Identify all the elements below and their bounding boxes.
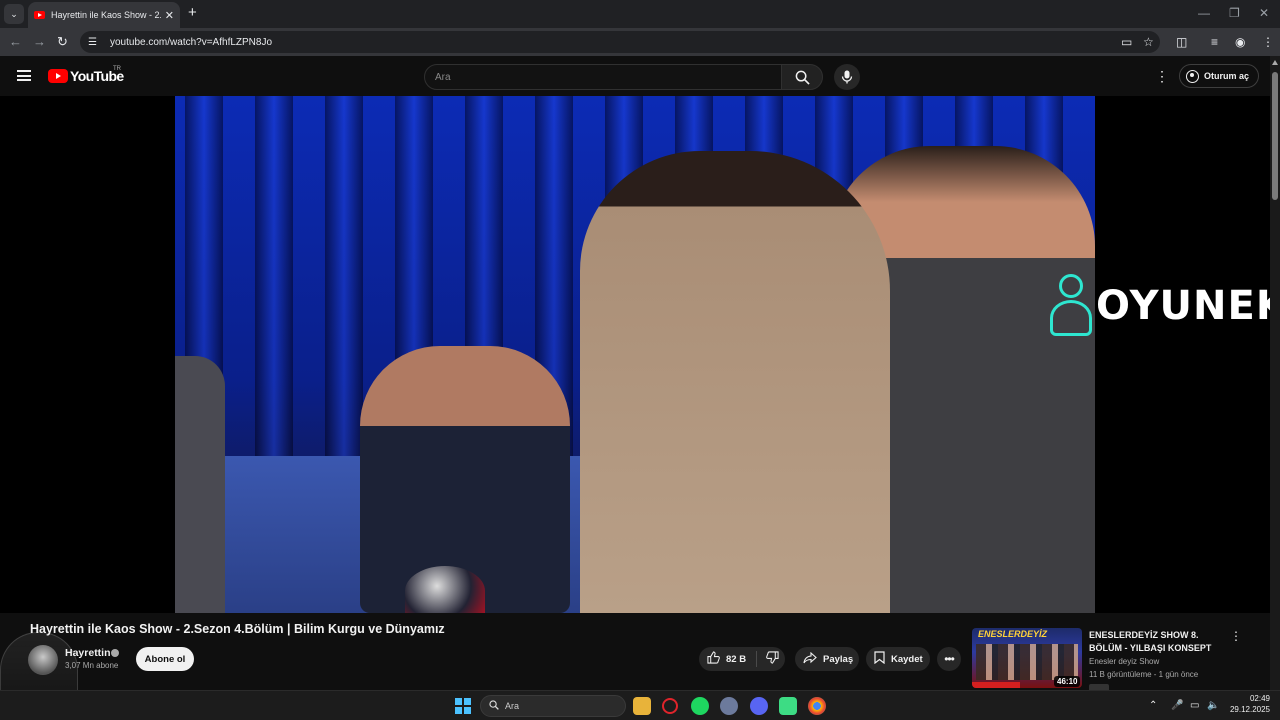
clock-date[interactable]: 29.12.2025 xyxy=(1222,705,1270,714)
close-window-icon[interactable]: ✕ xyxy=(1259,6,1269,20)
account-icon xyxy=(1186,69,1199,83)
tray-microphone-icon[interactable]: 🎤 xyxy=(1171,700,1183,711)
reload-icon[interactable]: ↻ xyxy=(57,34,68,50)
restore-icon[interactable]: ❐ xyxy=(1229,6,1240,20)
save-button[interactable]: Kaydet xyxy=(866,647,930,671)
address-bar[interactable]: ☰ youtube.com/watch?v=AfhfLZPN8Jo xyxy=(80,31,1160,53)
search-icon xyxy=(489,700,499,712)
chrome-icon[interactable] xyxy=(808,697,826,715)
voice-search-button[interactable] xyxy=(834,64,860,90)
country-code: TR xyxy=(113,66,121,72)
like-button[interactable]: 82 B xyxy=(699,651,758,667)
share-label: Paylaş xyxy=(823,653,854,665)
plasma-globe xyxy=(405,566,485,613)
chrome-menu-icon[interactable]: ⋮ xyxy=(1262,35,1274,49)
volume-icon[interactable]: 🔈 xyxy=(1207,700,1219,711)
subscriber-count: 3,07 Mn abone xyxy=(65,661,119,670)
thumbnail-people xyxy=(976,644,1078,680)
sign-in-button[interactable]: Oturum aç xyxy=(1179,64,1259,88)
minimize-icon[interactable]: — xyxy=(1198,6,1210,20)
youtube-play-icon xyxy=(48,69,68,83)
settings-kebab-icon[interactable]: ⋮ xyxy=(1155,69,1169,83)
url-text: youtube.com/watch?v=AfhfLZPN8Jo xyxy=(110,36,273,48)
search-button[interactable] xyxy=(781,64,823,90)
tray-overflow-icon[interactable]: ⌃ xyxy=(1149,700,1157,711)
discord-icon[interactable] xyxy=(750,697,768,715)
profile-icon[interactable]: ◉ xyxy=(1235,35,1245,49)
like-dislike-group: 82 B xyxy=(699,647,785,671)
watermark-text: OYUNEKS xyxy=(1096,283,1280,329)
youtube-favicon-icon xyxy=(34,11,45,19)
reading-list-icon[interactable]: ≡ xyxy=(1211,35,1218,49)
chevron-down-icon: ⌄ xyxy=(10,8,18,19)
sponsor-logo-icon xyxy=(1048,272,1094,340)
taskbar-search-placeholder: Ara xyxy=(505,701,520,711)
like-count: 82 B xyxy=(726,653,747,665)
scroll-up-icon[interactable] xyxy=(1272,60,1278,65)
close-tab-icon[interactable]: ✕ xyxy=(165,9,174,22)
page-scrollbar[interactable] xyxy=(1270,56,1280,690)
person-left xyxy=(175,356,225,613)
tab-title: Hayrettin ile Kaos Show - 2.Sezon xyxy=(51,10,161,20)
person-center xyxy=(580,151,890,613)
opera-icon[interactable] xyxy=(662,698,678,714)
back-icon[interactable]: ← xyxy=(9,34,22,49)
channel-avatar[interactable] xyxy=(28,645,58,675)
install-app-icon[interactable]: ▭ xyxy=(1121,35,1132,49)
android-studio-icon[interactable] xyxy=(779,697,797,715)
video-player[interactable]: OYUNEKS xyxy=(0,96,1280,613)
new-tab-icon[interactable]: + xyxy=(188,4,197,21)
site-info-icon[interactable]: ☰ xyxy=(88,37,100,48)
browser-toolbar: ← → ↻ ☰ youtube.com/watch?v=AfhfLZPN8Jo … xyxy=(0,28,1280,56)
share-button[interactable]: Paylaş xyxy=(795,647,859,671)
video-title: Hayrettin ile Kaos Show - 2.Sezon 4.Bölü… xyxy=(30,622,445,636)
recommended-menu-icon[interactable]: ⋮ xyxy=(1230,630,1242,642)
subscribe-button[interactable]: Abone ol xyxy=(136,647,194,671)
sponsor-watermark: OYUNEKS xyxy=(1048,272,1280,340)
clock-time[interactable]: 02:49 xyxy=(1240,694,1270,703)
youtube-header: YouTube TR Ara ⋮ Oturum aç xyxy=(0,56,1280,96)
youtube-logo[interactable]: YouTube TR xyxy=(48,66,124,84)
recommended-title[interactable]: ENESLERDEYİZ SHOW 8. BÖLÜM - YILBAŞI KON… xyxy=(1089,629,1229,655)
browser-tab[interactable]: Hayrettin ile Kaos Show - 2.Sezon ✕ xyxy=(28,2,180,28)
windows-start-icon[interactable] xyxy=(455,698,471,714)
hamburger-menu-icon[interactable] xyxy=(17,70,31,81)
thumbs-up-icon xyxy=(707,651,720,667)
thumbs-down-icon xyxy=(766,651,779,667)
more-actions-icon[interactable]: ••• xyxy=(937,647,961,671)
search-icon xyxy=(795,70,810,85)
browser-tab-strip: ⌄ Hayrettin ile Kaos Show - 2.Sezon ✕ + … xyxy=(0,0,1280,28)
microphone-icon xyxy=(841,70,853,84)
bookmark-star-icon[interactable]: ☆ xyxy=(1143,35,1154,49)
tab-search-button[interactable]: ⌄ xyxy=(4,4,24,24)
thumbnail-brand-text: ENESLERDEYİZ xyxy=(978,629,1048,639)
scroll-thumb[interactable] xyxy=(1272,72,1278,200)
verified-icon xyxy=(111,649,119,657)
save-label: Kaydet xyxy=(891,653,923,665)
file-explorer-icon[interactable] xyxy=(633,697,651,715)
settings-app-icon[interactable] xyxy=(720,697,738,715)
search-placeholder: Ara xyxy=(435,72,451,83)
thumbnail-banner xyxy=(972,682,1020,688)
sign-in-label: Oturum aç xyxy=(1204,71,1250,81)
video-duration-badge: 46:10 xyxy=(1054,676,1081,687)
recommended-meta: 11 B görüntüleme - 1 gün önce xyxy=(1089,670,1199,679)
network-icon[interactable]: ▭ xyxy=(1190,700,1199,711)
search-input[interactable]: Ara xyxy=(424,64,782,90)
spotify-icon[interactable] xyxy=(691,697,709,715)
extensions-icon[interactable]: ◫ xyxy=(1176,35,1187,49)
taskbar-search[interactable]: Ara xyxy=(480,695,626,717)
forward-icon[interactable]: → xyxy=(33,34,46,49)
bookmark-icon xyxy=(874,651,885,667)
dislike-button[interactable] xyxy=(757,651,779,667)
share-arrow-icon xyxy=(803,651,817,667)
windows-taskbar: Ara ⌃ 🎤 ▭ 🔈 02:49 29.12.2025 xyxy=(0,690,1280,720)
recommended-channel[interactable]: Enesler deyiz Show xyxy=(1089,657,1159,666)
video-frame[interactable] xyxy=(175,96,1095,613)
channel-name[interactable]: Hayrettin xyxy=(65,647,111,659)
